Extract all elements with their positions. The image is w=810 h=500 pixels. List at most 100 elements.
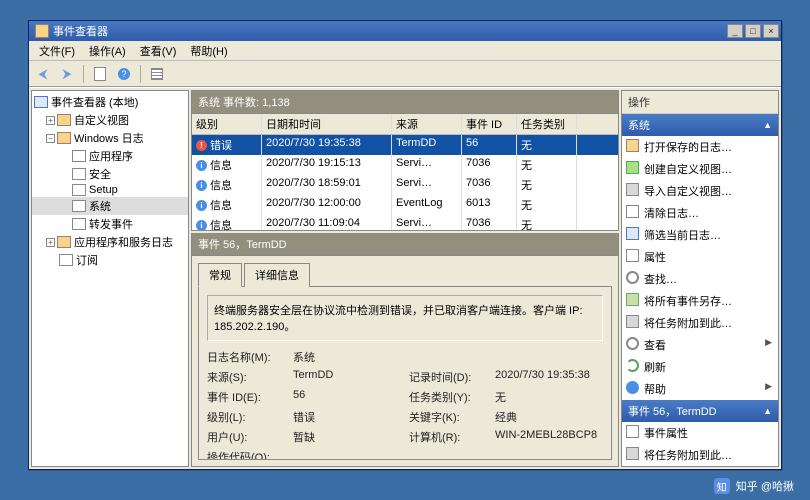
tree-sys-log[interactable]: 系统 <box>32 197 188 215</box>
action-item[interactable]: 复制▶ <box>622 466 778 467</box>
lbl-logname: 日志名称(M): <box>207 349 287 365</box>
action-icon <box>626 293 639 306</box>
col-level[interactable]: 级别 <box>192 114 262 134</box>
col-taskcat[interactable]: 任务类别 <box>517 114 577 134</box>
table-row[interactable]: i信息2020/7/30 12:00:00EventLog6013无 <box>192 195 618 215</box>
action-item[interactable]: 将所有事件另存… <box>622 290 778 312</box>
list-column-headers[interactable]: 级别 日期和时间 来源 事件 ID 任务类别 <box>192 114 618 135</box>
tree-app-log[interactable]: 应用程序 <box>32 147 188 165</box>
tab-details[interactable]: 详细信息 <box>244 263 310 287</box>
detail-header: 事件 56，TermDD <box>191 233 619 256</box>
tree-pane[interactable]: 事件查看器 (本地) +自定义视图 −Windows 日志 应用程序 安全 Se… <box>31 90 189 467</box>
titlebar[interactable]: 事件查看器 _ □ × <box>29 21 781 41</box>
tree-subscriptions[interactable]: 订阅 <box>32 251 188 269</box>
nav-back-button[interactable]: ⮜ <box>33 64 53 84</box>
action-item[interactable]: 将任务附加到此… <box>622 312 778 334</box>
tool-refresh[interactable] <box>90 64 110 84</box>
actions-group-event[interactable]: 事件 56，TermDD▲ <box>622 400 778 422</box>
log-icon <box>59 254 73 266</box>
action-item[interactable]: 查看▶ <box>622 334 778 356</box>
submenu-arrow-icon: ▶ <box>765 381 772 392</box>
lbl-source: 来源(S): <box>207 369 287 385</box>
menu-view[interactable]: 查看(V) <box>134 41 183 61</box>
tree-fwd-log[interactable]: 转发事件 <box>32 215 188 233</box>
action-icon <box>626 337 639 350</box>
col-datetime[interactable]: 日期和时间 <box>262 114 392 134</box>
action-icon <box>626 315 639 328</box>
lbl-logged: 记录时间(D): <box>409 369 489 385</box>
action-item[interactable]: 导入自定义视图… <box>622 180 778 202</box>
menu-file[interactable]: 文件(F) <box>33 41 81 61</box>
table-row[interactable]: i信息2020/7/30 11:09:04Servi…7036无 <box>192 215 618 231</box>
submenu-arrow-icon: ▶ <box>765 337 772 348</box>
log-icon <box>72 168 86 180</box>
val-source: TermDD <box>293 369 403 385</box>
main-body: 事件查看器 (本地) +自定义视图 −Windows 日志 应用程序 安全 Se… <box>29 87 781 469</box>
action-item[interactable]: 创建自定义视图… <box>622 158 778 180</box>
close-button[interactable]: × <box>763 24 779 38</box>
center-pane: 系统 事件数: 1,138 级别 日期和时间 来源 事件 ID 任务类别 !错误… <box>191 90 619 467</box>
action-item[interactable]: 清除日志… <box>622 202 778 224</box>
actions-title: 操作 <box>622 91 778 114</box>
toolbar-separator <box>140 65 141 83</box>
val-logname: 系统 <box>293 349 403 365</box>
tree-windows-logs[interactable]: −Windows 日志 <box>32 129 188 147</box>
action-item[interactable]: 事件属性 <box>622 422 778 444</box>
help-icon: ? <box>118 68 130 80</box>
event-fields: 日志名称(M):系统 来源(S):TermDD 记录时间(D):2020/7/3… <box>207 349 603 460</box>
lbl-eventid: 事件 ID(E): <box>207 389 287 405</box>
tool-help[interactable]: ? <box>114 64 134 84</box>
folder-icon <box>57 132 71 144</box>
lbl-opcode: 操作代码(O): <box>207 449 287 460</box>
val-user: 暂缺 <box>293 429 403 445</box>
tab-general[interactable]: 常规 <box>198 263 242 287</box>
minimize-button[interactable]: _ <box>727 24 743 38</box>
expand-icon[interactable]: + <box>46 116 55 125</box>
tree-appsvc-logs[interactable]: +应用程序和服务日志 <box>32 233 188 251</box>
menubar: 文件(F) 操作(A) 查看(V) 帮助(H) <box>29 41 781 61</box>
action-item[interactable]: 属性 <box>622 246 778 268</box>
table-row[interactable]: i信息2020/7/30 19:15:13Servi…7036无 <box>192 155 618 175</box>
collapse-icon[interactable]: − <box>46 134 55 143</box>
maximize-button[interactable]: □ <box>745 24 761 38</box>
menu-action[interactable]: 操作(A) <box>83 41 132 61</box>
event-description: 终端服务器安全层在协议流中检测到错误，并已取消客户端连接。客户端 IP: 185… <box>207 295 603 341</box>
event-list[interactable]: 级别 日期和时间 来源 事件 ID 任务类别 !错误2020/7/30 19:3… <box>191 113 619 231</box>
menu-help[interactable]: 帮助(H) <box>184 41 233 61</box>
action-item[interactable]: 筛选当前日志… <box>622 224 778 246</box>
val-eventid: 56 <box>293 389 403 405</box>
lbl-computer: 计算机(R): <box>409 429 489 445</box>
action-icon <box>626 139 639 152</box>
action-item[interactable]: 打开保存的日志… <box>622 136 778 158</box>
action-item[interactable]: 将任务附加到此… <box>622 444 778 466</box>
table-row[interactable]: !错误2020/7/30 19:35:38TermDD56无 <box>192 135 618 155</box>
action-item[interactable]: 查找… <box>622 268 778 290</box>
col-source[interactable]: 来源 <box>392 114 462 134</box>
tree-custom-views[interactable]: +自定义视图 <box>32 111 188 129</box>
val-logged: 2020/7/30 19:35:38 <box>495 369 612 385</box>
error-icon: ! <box>196 140 207 151</box>
lbl-keywords: 关键字(K): <box>409 409 489 425</box>
expand-icon[interactable]: + <box>46 238 55 247</box>
val-level: 错误 <box>293 409 403 425</box>
table-row[interactable]: i信息2020/7/30 18:59:01Servi…7036无 <box>192 175 618 195</box>
action-item[interactable]: 刷新 <box>622 356 778 378</box>
arrow-left-icon: ⮜ <box>38 66 47 82</box>
actions-group-system[interactable]: 系统▲ <box>622 114 778 136</box>
watermark: 知 知乎 @哈揪 <box>714 478 794 494</box>
val-computer: WIN-2MEBL28BCP8 <box>495 429 612 445</box>
info-icon: i <box>196 160 207 171</box>
folder-icon <box>57 236 71 248</box>
detail-pane: 常规 详细信息 终端服务器安全层在协议流中检测到错误，并已取消客户端连接。客户端… <box>191 256 619 467</box>
tree-setup-log[interactable]: Setup <box>32 183 188 197</box>
nav-fwd-button[interactable]: ⮞ <box>57 64 77 84</box>
action-icon <box>626 205 639 218</box>
action-icon <box>626 381 639 394</box>
window-title: 事件查看器 <box>53 23 725 39</box>
tree-sec-log[interactable]: 安全 <box>32 165 188 183</box>
col-eventid[interactable]: 事件 ID <box>462 114 517 134</box>
tool-props[interactable] <box>147 64 167 84</box>
toolbar: ⮜ ⮞ ? <box>29 61 781 87</box>
tree-root[interactable]: 事件查看器 (本地) <box>32 93 188 111</box>
action-item[interactable]: 帮助▶ <box>622 378 778 400</box>
